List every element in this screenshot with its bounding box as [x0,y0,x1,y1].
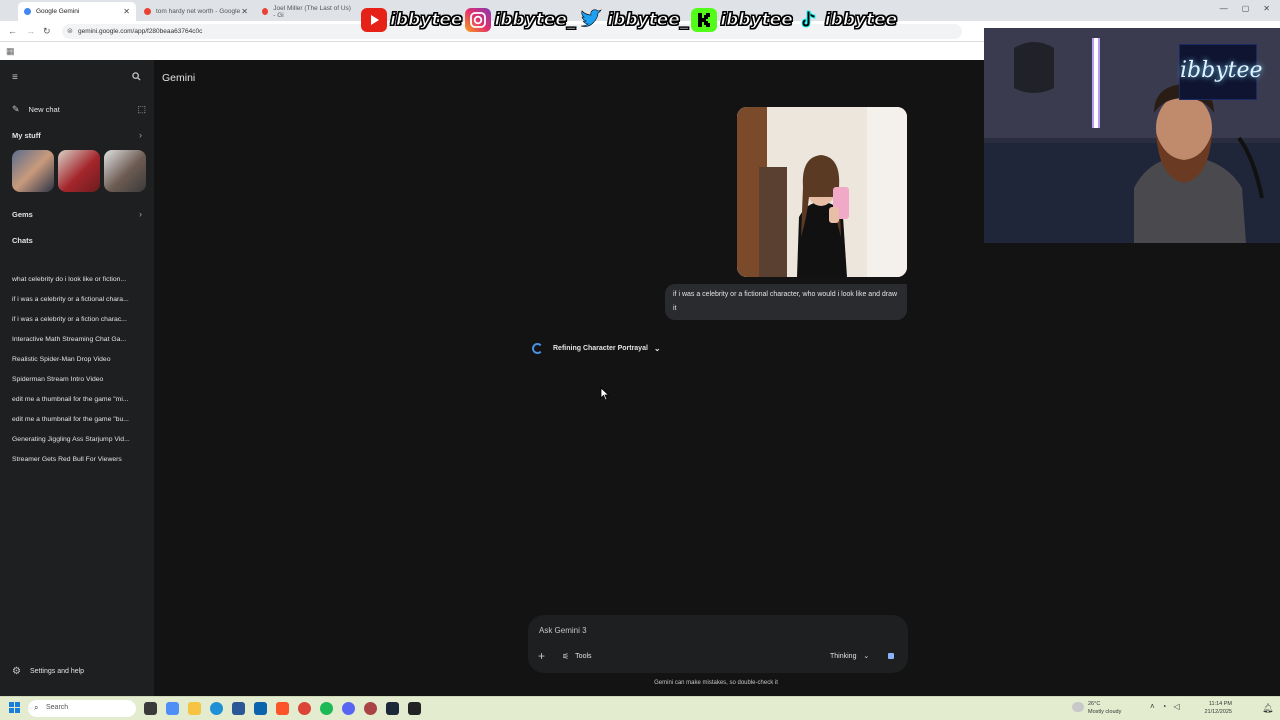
gear-icon: ⚙ [12,666,21,677]
back-icon[interactable]: ← [8,26,17,36]
discord-icon[interactable] [342,702,355,715]
taskbar-search[interactable]: ⌕ Search [28,700,136,717]
new-chat-button[interactable]: ✎ New chat ⬚ [12,104,146,115]
cloudy-weather-icon [1072,702,1084,712]
system-tray: ˄ ◔ ◁ [1150,702,1180,711]
wifi-icon[interactable]: ◔ [1162,702,1167,711]
kick-icon [691,8,718,32]
social-handle: ibbytee_ [494,10,576,31]
chrome-profile-icon[interactable] [364,702,377,715]
prompt-composer: Ask Gemini 3 + ⚟ Tools Thinking ⌄ [528,615,908,673]
youtube-icon [361,8,387,32]
temporary-chat-icon[interactable]: ⬚ [137,104,146,115]
chat-list-item[interactable]: edit me a thumbnail for the game "mi... [12,396,142,403]
tab-tom-hardy[interactable]: tom hardy net worth - Google ✕ [138,2,254,21]
weather-widget[interactable]: 26°C Mostly cloudy [1072,700,1121,716]
chat-list-item[interactable]: Spiderman Stream Intro Video [12,376,142,383]
task-view-icon[interactable] [144,702,157,715]
stop-icon [888,653,894,659]
brave-icon[interactable] [276,702,289,715]
tools-icon: ⚟ [562,652,570,661]
social-handle: ibbytee [824,10,898,31]
notifications-icon[interactable]: 🔔︎ [1262,703,1273,714]
thinking-status[interactable]: Refining Character Portrayal ⌄ [532,343,661,354]
sidebar: ≡ ✎ New chat ⬚ My stuff › Gems › Chats w… [0,60,154,696]
windows-start-icon[interactable] [9,702,21,714]
search-icon: ⌕ [34,703,39,712]
social-handles-overlay: ibbytee ibbytee_ ibbytee_ ibbytee ibbyte… [361,6,900,34]
my-stuff-link[interactable]: My stuff [12,131,142,140]
instagram-icon [465,8,492,32]
chat-list-item[interactable]: if i was a celebrity or a fictional char… [12,296,142,303]
chevron-right-icon: › [139,130,142,140]
minimize-icon[interactable]: — [1220,4,1228,13]
edit-icon: ✎ [12,104,20,114]
maximize-icon[interactable]: ▢ [1242,4,1250,13]
gems-link[interactable]: Gems [12,210,142,219]
close-window-icon[interactable]: ✕ [1263,4,1270,13]
gemini-favicon-icon [24,8,31,15]
user-message-bubble: if i was a celebrity or a fictional char… [665,284,907,320]
add-attachment-button[interactable]: + [538,649,545,663]
model-mode-select[interactable]: Thinking ⌄ [830,652,869,660]
social-handle: ibbytee [389,10,463,31]
file-explorer-icon[interactable] [188,702,201,715]
chat-list-item[interactable]: what celebrity do i look like or fiction… [12,276,142,283]
taskbar: ⌕ Search 26°C Mostly cloudy ˄ ◔ ◁ 11:14 … [0,696,1280,720]
window-controls: — ▢ ✕ [1220,4,1270,13]
chat-list-item[interactable]: edit me a thumbnail for the game "bu... [12,416,142,423]
volume-icon[interactable]: ◁ [1174,702,1180,711]
chrome-icon[interactable] [298,702,311,715]
chevron-right-icon: › [139,209,142,219]
tools-button[interactable]: ⚟ Tools [562,652,592,661]
social-handle: ibbytee [720,10,793,31]
site-info-icon[interactable]: ⊜ [67,27,73,35]
prompt-input[interactable]: Ask Gemini 3 [539,626,587,635]
twitter-icon [578,8,604,32]
reload-icon[interactable]: ↻ [43,26,51,37]
my-stuff-thumbnail[interactable] [12,150,54,192]
store-icon[interactable] [232,702,245,715]
chevron-down-icon: ⌄ [653,344,661,353]
tab-google-gemini[interactable]: Google Gemini ✕ [18,2,136,21]
chat-list-item[interactable]: Realistic Spider-Man Drop Video [12,356,142,363]
social-handle: ibbytee_ [607,10,689,31]
tiktok-icon [796,8,822,32]
chat-list-item[interactable]: Streamer Gets Red Bull For Viewers [12,456,142,463]
chats-header: Chats [12,236,33,245]
mouse-cursor-icon [600,387,610,401]
forward-icon[interactable]: → [26,26,35,36]
menu-icon[interactable]: ≡ [12,72,18,83]
uploaded-photo[interactable] [737,107,907,277]
app-title: Gemini [162,72,196,84]
disclaimer: Gemini can make mistakes, so double-chec… [654,680,778,686]
google-favicon-icon [144,8,151,15]
edge-icon[interactable] [210,702,223,715]
close-tab-icon[interactable]: ✕ [123,7,130,16]
chat-list-item[interactable]: Interactive Math Streaming Chat Ga... [12,336,142,343]
settings-and-help-button[interactable]: ⚙ Settings and help [12,666,84,677]
spotify-icon[interactable] [320,702,333,715]
taskbar-clock[interactable]: 11:14 PM 21/12/2025 [1200,700,1232,716]
chevron-up-icon[interactable]: ˄ [1150,702,1155,711]
outlook-icon[interactable] [254,702,267,715]
close-tab-icon[interactable]: ✕ [241,7,248,16]
chat-list-item[interactable]: if i was a celebrity or a fiction charac… [12,316,142,323]
steam-icon[interactable] [386,702,399,715]
search-icon[interactable] [132,72,141,81]
chevron-down-icon: ⌄ [863,653,870,660]
stop-generating-button[interactable] [885,650,897,662]
chat-list-item[interactable]: Generating Jiggling Ass Starjump Vid... [12,436,142,443]
my-stuff-thumbnail[interactable] [58,150,100,192]
my-stuff-thumbnail[interactable] [104,150,146,192]
obs-icon[interactable] [408,702,421,715]
neon-sign: ibbytee [1179,44,1263,100]
tab-joel-miller[interactable]: Joel Miller (The Last of Us) - Gi [256,2,360,21]
apps-grid-icon[interactable]: ▦ [6,46,15,57]
google-favicon-icon [262,8,269,15]
copilot-icon[interactable] [166,702,179,715]
loading-spinner-icon [532,343,543,354]
